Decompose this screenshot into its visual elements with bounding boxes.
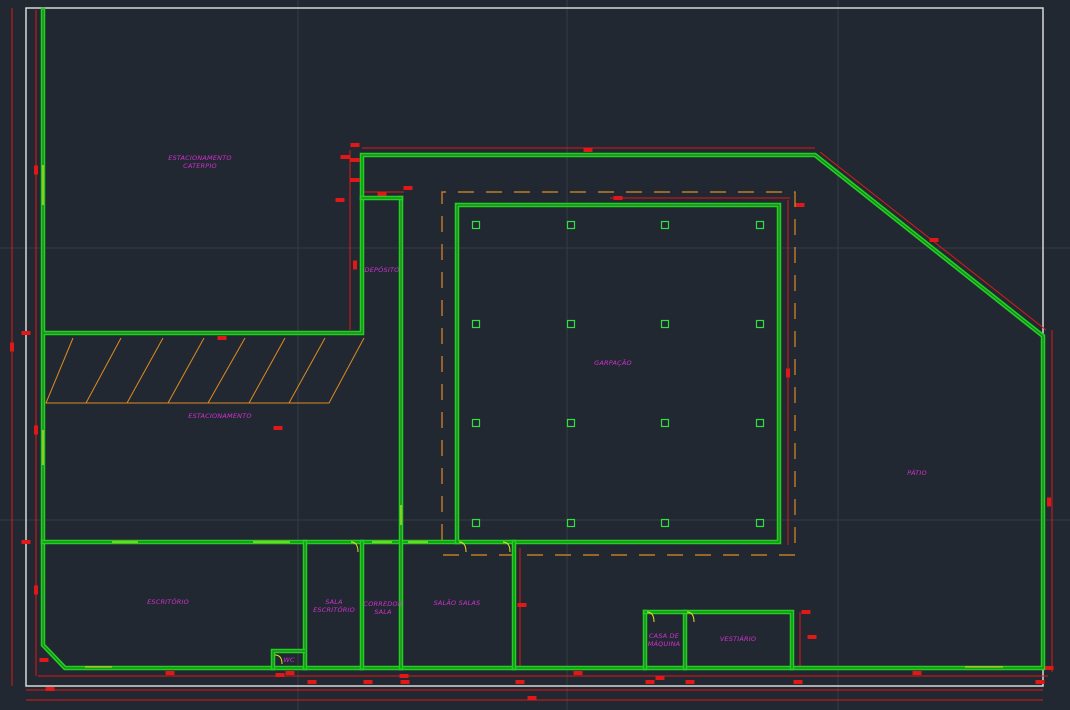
dimension-marker xyxy=(517,603,527,607)
dimension-marker xyxy=(655,676,665,680)
dimension-marker xyxy=(273,426,283,430)
dimension-marker xyxy=(403,186,413,190)
dimension-marker xyxy=(34,425,38,435)
dimension-marker xyxy=(350,178,360,182)
dimension-marker xyxy=(801,610,811,614)
dimension-marker xyxy=(912,671,922,675)
dimension-marker xyxy=(217,336,227,340)
dimension-marker xyxy=(515,680,525,684)
room-label-estacionamento: ESTACIONAMENTO xyxy=(188,412,251,420)
room-label-casa-de-maquina: CASA DE MÁQUINA xyxy=(648,632,681,648)
dimension-marker xyxy=(285,671,295,675)
dimension-marker xyxy=(399,674,409,678)
dimension-marker xyxy=(1035,680,1045,684)
dimension-marker xyxy=(807,635,817,639)
room-label-patio: PÁTIO xyxy=(907,468,927,477)
dimension-marker xyxy=(21,540,31,544)
dimension-marker xyxy=(275,673,285,677)
dimension-marker xyxy=(929,238,939,242)
dimension-marker xyxy=(165,671,175,675)
dimension-marker xyxy=(34,165,38,175)
floor-plan-drawing: ESTACIONAMENTO CATERPIO DEPÓSITO GARPAÇÃO… xyxy=(0,0,1070,710)
room-label-wc: WC xyxy=(283,656,295,664)
dimension-marker xyxy=(363,680,373,684)
dimension-marker xyxy=(39,658,49,662)
room-label-salao-salas: SALÃO SALAS xyxy=(434,598,481,607)
dimension-marker xyxy=(21,331,31,335)
room-label-galpao: GARPAÇÃO xyxy=(594,358,632,367)
dimension-marker xyxy=(793,680,803,684)
dimension-marker xyxy=(350,143,360,147)
dimension-marker xyxy=(335,198,345,202)
dimension-marker xyxy=(34,585,38,595)
dimension-marker xyxy=(685,680,695,684)
room-label-deposito: DEPÓSITO xyxy=(365,265,400,274)
dimension-marker xyxy=(613,196,623,200)
dimension-marker xyxy=(1044,666,1054,670)
dimension-marker xyxy=(307,680,317,684)
room-label-vestiario: VESTIÁRIO xyxy=(720,634,756,643)
dimension-marker xyxy=(527,696,537,700)
dimension-marker xyxy=(1047,497,1051,507)
dimension-marker xyxy=(45,687,55,691)
dimension-marker xyxy=(353,260,357,270)
dimension-marker xyxy=(645,680,655,684)
dimension-marker xyxy=(350,158,360,162)
dimension-marker xyxy=(583,148,593,152)
dimension-marker xyxy=(10,342,14,352)
dimension-marker xyxy=(795,203,805,207)
dimension-marker xyxy=(786,368,790,378)
dimension-marker xyxy=(377,192,387,196)
dimension-marker xyxy=(573,671,583,675)
dimension-marker xyxy=(400,680,410,684)
dimension-marker xyxy=(340,155,350,159)
room-label-escritorio: ESCRITÓRIO xyxy=(147,597,189,606)
